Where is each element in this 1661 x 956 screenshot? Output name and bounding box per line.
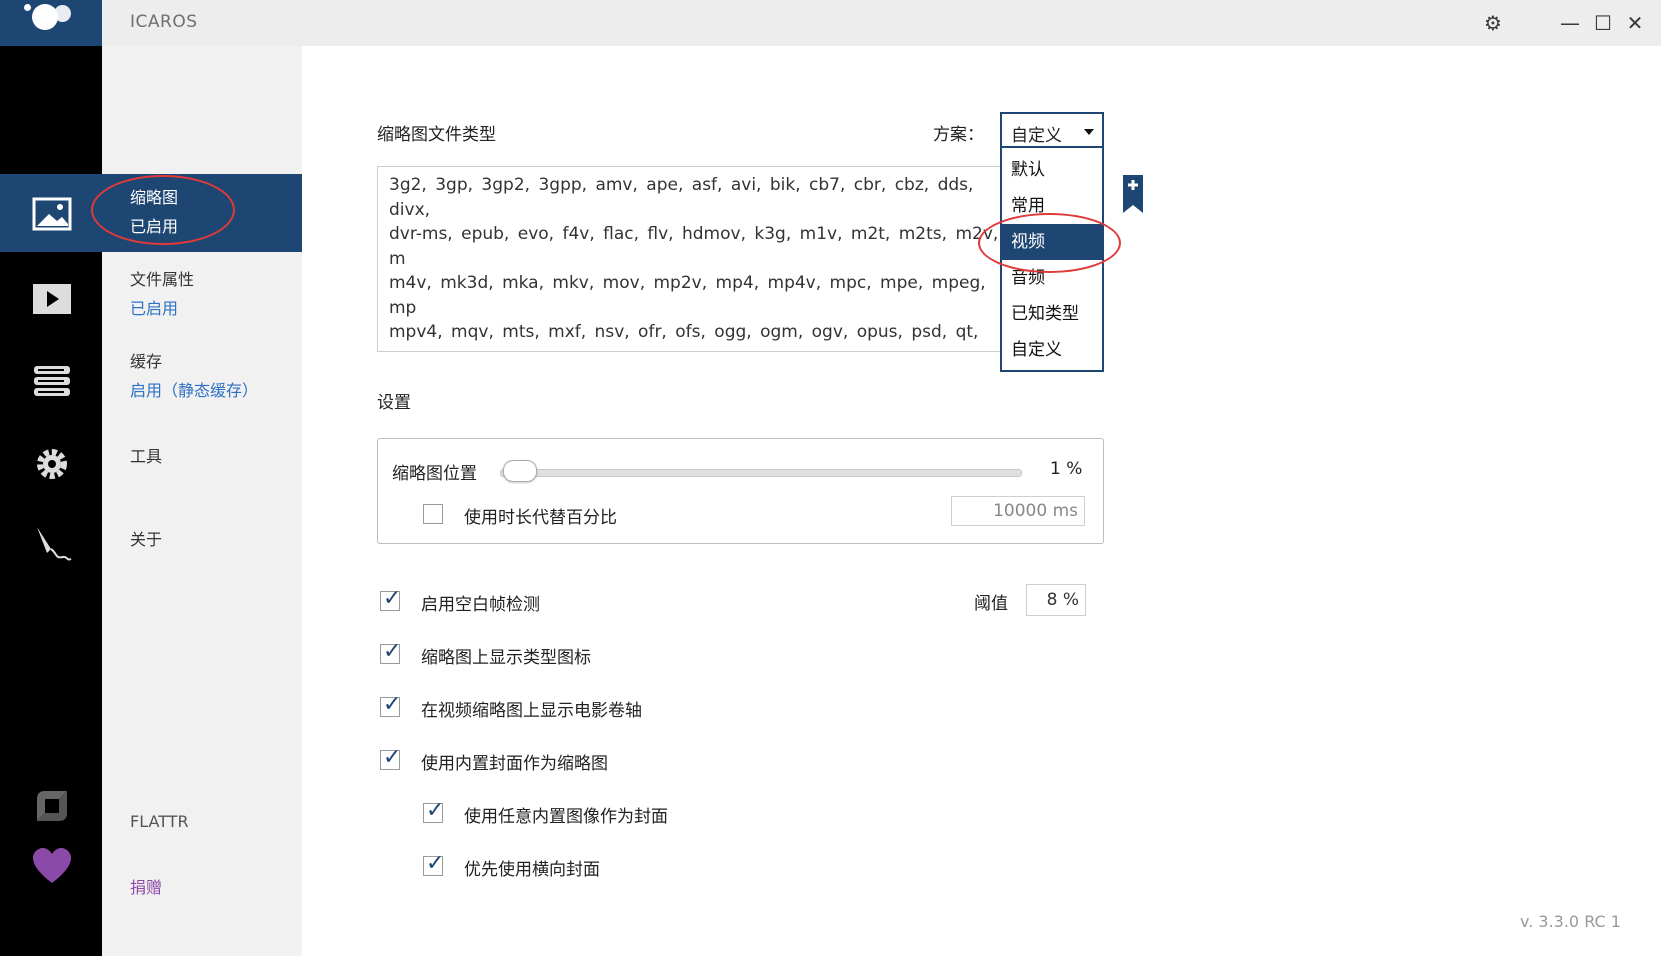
nav-item-donate[interactable]: 捐赠 (130, 874, 162, 898)
filetypes-textarea[interactable]: 3g2, 3gp, 3gp2, 3gpp, amv, ape, asf, avi… (377, 166, 1027, 352)
scheme-option[interactable]: 默认 (1002, 152, 1102, 188)
settings-gear-icon[interactable]: ⚙ (1478, 8, 1508, 38)
show-filmstrip-checkbox[interactable]: ✓ (380, 692, 401, 717)
landscape-label: 优先使用横向封面 (464, 860, 600, 880)
version-label: v. 3.3.0 RC 1 (1520, 912, 1621, 931)
icon-rail (0, 46, 102, 956)
settings-section-label: 设置 (377, 393, 411, 413)
blank-detect-label: 启用空白帧检测 (421, 595, 540, 615)
pen-icon[interactable] (31, 523, 73, 565)
scheme-selected-value: 自定义 (1011, 126, 1062, 146)
filetypes-line: mpv4, mqv, mts, mxf, nsv, ofr, ofs, ogg,… (389, 322, 979, 351)
landscape-checkbox[interactable]: ✓ (423, 851, 444, 876)
nav-item-cache[interactable]: 缓存 (130, 348, 162, 372)
nav-item-status: 启用（静态缓存） (130, 381, 259, 400)
nav-item-status: 已启用 (130, 299, 179, 318)
filetypes-label: 缩略图文件类型 (377, 125, 496, 145)
any-image-checkbox[interactable]: ✓ (423, 798, 444, 823)
show-type-icon-checkbox[interactable]: ✓ (380, 639, 401, 664)
settings-group (377, 438, 1104, 544)
threshold-field[interactable]: 8 % (1026, 584, 1086, 616)
use-cover-checkbox[interactable]: ✓ (380, 745, 401, 770)
database-icon[interactable] (31, 361, 73, 403)
blank-detect-checkbox[interactable]: ✓ (380, 586, 401, 611)
thumbnail-position-slider[interactable] (500, 469, 1022, 477)
filetypes-line: 3g2, 3gp, 3gp2, 3gpp, amv, ape, asf, avi… (389, 175, 982, 220)
scheme-label: 方案： (933, 125, 984, 145)
use-duration-checkbox[interactable] (423, 504, 443, 524)
show-type-icon-label: 缩略图上显示类型图标 (421, 648, 591, 668)
minimize-button[interactable]: — (1555, 8, 1585, 38)
show-filmstrip-label: 在视频缩略图上显示电影卷轴 (421, 701, 642, 721)
any-image-label: 使用任意内置图像作为封面 (464, 807, 668, 827)
app-logo (0, 0, 102, 46)
threshold-label: 阈值 (974, 594, 1008, 614)
heart-icon[interactable] (31, 845, 73, 887)
filetypes-line: dvr-ms, epub, evo, f4v, flac, flv, hdmov… (389, 224, 999, 269)
bookmark-add-icon[interactable] (1123, 175, 1143, 213)
thumbnail-position-value: 1 % (1050, 459, 1083, 479)
nav-item-about[interactable]: 关于 (130, 526, 162, 550)
slider-handle[interactable] (502, 460, 537, 482)
use-duration-label: 使用时长代替百分比 (464, 508, 617, 528)
annotation-circle (91, 175, 235, 245)
title-bar (0, 0, 1661, 46)
filetypes-text: 3g2, 3gp, 3gp2, 3gpp, amv, ape, asf, avi… (389, 173, 1009, 351)
thumbnail-position-label: 缩略图位置 (392, 464, 477, 484)
close-button[interactable]: ✕ (1620, 8, 1650, 38)
image-icon[interactable] (31, 193, 73, 235)
app-title: ICAROS (130, 12, 198, 32)
scheme-option[interactable]: 自定义 (1002, 332, 1102, 368)
gear-icon[interactable] (31, 443, 73, 485)
scheme-select[interactable]: 自定义 (1000, 112, 1104, 148)
chevron-down-icon (1084, 129, 1094, 135)
nav-item-flattr[interactable]: FLATTR (130, 812, 189, 831)
duration-ms-field[interactable]: 10000 ms (951, 496, 1085, 526)
use-cover-label: 使用内置封面作为缩略图 (421, 754, 608, 774)
maximize-button[interactable]: ☐ (1588, 8, 1618, 38)
annotation-circle (978, 213, 1121, 273)
nav-item-file-properties[interactable]: 文件属性 (130, 266, 194, 290)
scheme-option[interactable]: 已知类型 (1002, 296, 1102, 332)
filetypes-line: m4v, mk3d, mka, mkv, mov, mp2v, mp4, mp4… (389, 273, 995, 318)
play-icon[interactable] (31, 278, 73, 320)
nav-item-tools[interactable]: 工具 (130, 443, 162, 467)
flattr-icon[interactable] (31, 785, 73, 827)
